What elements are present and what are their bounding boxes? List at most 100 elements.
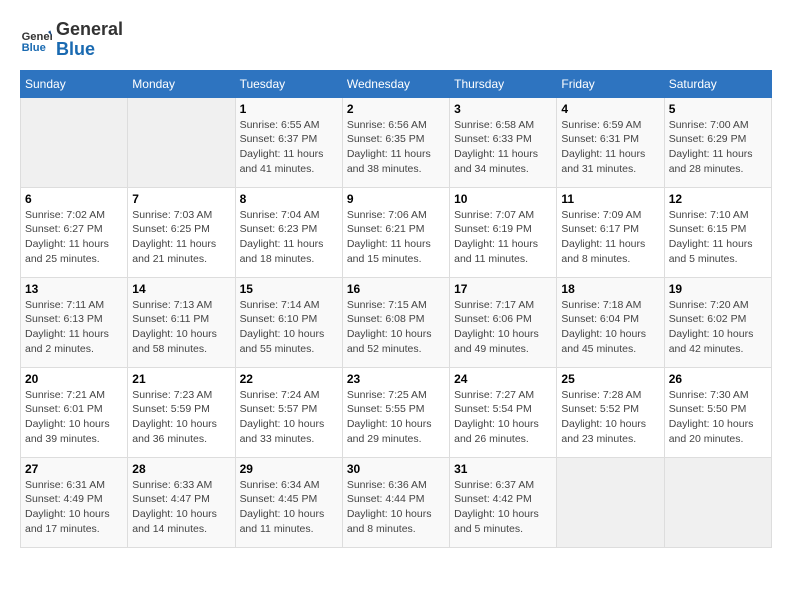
logo-general: General: [56, 20, 123, 40]
calendar-cell: 1Sunrise: 6:55 AMSunset: 6:37 PMDaylight…: [235, 97, 342, 187]
day-number: 27: [25, 462, 123, 476]
day-number: 12: [669, 192, 767, 206]
calendar-cell: 18 Sunrise: 7:18 AMSunset: 6:04 PMDayligh…: [557, 277, 664, 367]
calendar-cell: 31 Sunrise: 6:37 AMSunset: 4:42 PMDayligh…: [450, 457, 557, 547]
weekday-header-tuesday: Tuesday: [235, 70, 342, 97]
weekday-header-friday: Friday: [557, 70, 664, 97]
day-number: 31: [454, 462, 552, 476]
day-number: 18: [561, 282, 659, 296]
calendar-cell: [21, 97, 128, 187]
calendar-cell: 13Sunrise: 7:11 AMSunset: 6:13 PMDayligh…: [21, 277, 128, 367]
calendar-cell: 11 Sunrise: 7:09 AMSunset: 6:17 PMDayligh…: [557, 187, 664, 277]
weekday-header-sunday: Sunday: [21, 70, 128, 97]
logo-blue: Blue: [56, 40, 123, 60]
week-row-5: 27 Sunrise: 6:31 AMSunset: 4:49 PMDayligh…: [21, 457, 772, 547]
weekday-header-monday: Monday: [128, 70, 235, 97]
calendar-cell: 15Sunrise: 7:14 AMSunset: 6:10 PMDayligh…: [235, 277, 342, 367]
day-info: Sunrise: 7:14 AMSunset: 6:10 PMDaylight:…: [240, 298, 338, 357]
day-info: Sunrise: 6:37 AMSunset: 4:42 PMDaylight:…: [454, 478, 552, 537]
calendar-cell: 8 Sunrise: 7:04 AMSunset: 6:23 PMDaylight…: [235, 187, 342, 277]
calendar-cell: 23 Sunrise: 7:25 AMSunset: 5:55 PMDayligh…: [342, 367, 449, 457]
day-info: Sunrise: 7:21 AMSunset: 6:01 PMDaylight:…: [25, 388, 123, 447]
day-number: 20: [25, 372, 123, 386]
calendar-cell: 25 Sunrise: 7:28 AMSunset: 5:52 PMDayligh…: [557, 367, 664, 457]
calendar-cell: 30 Sunrise: 6:36 AMSunset: 4:44 PMDayligh…: [342, 457, 449, 547]
svg-text:Blue: Blue: [22, 42, 46, 54]
day-info: Sunrise: 7:04 AMSunset: 6:23 PMDaylight:…: [240, 208, 338, 267]
day-info: Sunrise: 7:28 AMSunset: 5:52 PMDaylight:…: [561, 388, 659, 447]
calendar-cell: 2 Sunrise: 6:56 AMSunset: 6:35 PMDaylight…: [342, 97, 449, 187]
day-info: Sunrise: 7:25 AMSunset: 5:55 PMDaylight:…: [347, 388, 445, 447]
day-info: Sunrise: 6:31 AMSunset: 4:49 PMDaylight:…: [25, 478, 123, 537]
day-number: 19: [669, 282, 767, 296]
day-number: 23: [347, 372, 445, 386]
calendar-cell: 7Sunrise: 7:03 AMSunset: 6:25 PMDaylight…: [128, 187, 235, 277]
day-info: Sunrise: 7:18 AMSunset: 6:04 PMDaylight:…: [561, 298, 659, 357]
weekday-header-wednesday: Wednesday: [342, 70, 449, 97]
day-info: Sunrise: 7:20 AMSunset: 6:02 PMDaylight:…: [669, 298, 767, 357]
calendar-cell: [557, 457, 664, 547]
page-header: General Blue General Blue: [20, 20, 772, 60]
day-number: 16: [347, 282, 445, 296]
day-number: 22: [240, 372, 338, 386]
day-number: 28: [132, 462, 230, 476]
day-info: Sunrise: 7:06 AMSunset: 6:21 PMDaylight:…: [347, 208, 445, 267]
day-info: Sunrise: 6:59 AMSunset: 6:31 PMDaylight:…: [561, 118, 659, 177]
week-row-2: 6Sunrise: 7:02 AMSunset: 6:27 PMDaylight…: [21, 187, 772, 277]
calendar-cell: 10 Sunrise: 7:07 AMSunset: 6:19 PMDayligh…: [450, 187, 557, 277]
week-row-4: 20 Sunrise: 7:21 AMSunset: 6:01 PMDayligh…: [21, 367, 772, 457]
day-number: 29: [240, 462, 338, 476]
day-number: 2: [347, 102, 445, 116]
day-number: 4: [561, 102, 659, 116]
day-info: Sunrise: 7:30 AMSunset: 5:50 PMDaylight:…: [669, 388, 767, 447]
calendar-cell: 27 Sunrise: 6:31 AMSunset: 4:49 PMDayligh…: [21, 457, 128, 547]
calendar-cell: 16Sunrise: 7:15 AMSunset: 6:08 PMDayligh…: [342, 277, 449, 367]
day-number: 26: [669, 372, 767, 386]
day-info: Sunrise: 7:17 AMSunset: 6:06 PMDaylight:…: [454, 298, 552, 357]
calendar-cell: 14 Sunrise: 7:13 AMSunset: 6:11 PMDayligh…: [128, 277, 235, 367]
calendar-cell: 4 Sunrise: 6:59 AMSunset: 6:31 PMDaylight…: [557, 97, 664, 187]
day-info: Sunrise: 6:36 AMSunset: 4:44 PMDaylight:…: [347, 478, 445, 537]
weekday-header-saturday: Saturday: [664, 70, 771, 97]
calendar-cell: 12 Sunrise: 7:10 AMSunset: 6:15 PMDayligh…: [664, 187, 771, 277]
day-info: Sunrise: 7:00 AMSunset: 6:29 PMDaylight:…: [669, 118, 767, 177]
day-info: Sunrise: 6:56 AMSunset: 6:35 PMDaylight:…: [347, 118, 445, 177]
day-info: Sunrise: 7:09 AMSunset: 6:17 PMDaylight:…: [561, 208, 659, 267]
day-info: Sunrise: 7:10 AMSunset: 6:15 PMDaylight:…: [669, 208, 767, 267]
day-info: Sunrise: 7:27 AMSunset: 5:54 PMDaylight:…: [454, 388, 552, 447]
day-info: Sunrise: 7:13 AMSunset: 6:11 PMDaylight:…: [132, 298, 230, 357]
calendar-cell: 3Sunrise: 6:58 AMSunset: 6:33 PMDaylight…: [450, 97, 557, 187]
calendar-cell: [664, 457, 771, 547]
day-number: 8: [240, 192, 338, 206]
day-info: Sunrise: 7:11 AMSunset: 6:13 PMDaylight:…: [25, 298, 123, 357]
calendar-cell: 5 Sunrise: 7:00 AMSunset: 6:29 PMDaylight…: [664, 97, 771, 187]
day-number: 9: [347, 192, 445, 206]
day-number: 3: [454, 102, 552, 116]
calendar-cell: 29 Sunrise: 6:34 AMSunset: 4:45 PMDayligh…: [235, 457, 342, 547]
day-number: 25: [561, 372, 659, 386]
calendar-cell: 26 Sunrise: 7:30 AMSunset: 5:50 PMDayligh…: [664, 367, 771, 457]
day-info: Sunrise: 7:07 AMSunset: 6:19 PMDaylight:…: [454, 208, 552, 267]
day-number: 30: [347, 462, 445, 476]
week-row-1: 1Sunrise: 6:55 AMSunset: 6:37 PMDaylight…: [21, 97, 772, 187]
calendar-table: SundayMondayTuesdayWednesdayThursdayFrid…: [20, 70, 772, 548]
calendar-cell: 9 Sunrise: 7:06 AMSunset: 6:21 PMDaylight…: [342, 187, 449, 277]
calendar-cell: 21 Sunrise: 7:23 AMSunset: 5:59 PMDayligh…: [128, 367, 235, 457]
day-info: Sunrise: 7:23 AMSunset: 5:59 PMDaylight:…: [132, 388, 230, 447]
calendar-cell: 20 Sunrise: 7:21 AMSunset: 6:01 PMDayligh…: [21, 367, 128, 457]
weekday-header-thursday: Thursday: [450, 70, 557, 97]
day-number: 5: [669, 102, 767, 116]
day-info: Sunrise: 6:34 AMSunset: 4:45 PMDaylight:…: [240, 478, 338, 537]
day-info: Sunrise: 7:02 AMSunset: 6:27 PMDaylight:…: [25, 208, 123, 267]
day-info: Sunrise: 7:03 AMSunset: 6:25 PMDaylight:…: [132, 208, 230, 267]
day-number: 11: [561, 192, 659, 206]
calendar-cell: 19 Sunrise: 7:20 AMSunset: 6:02 PMDayligh…: [664, 277, 771, 367]
day-number: 14: [132, 282, 230, 296]
day-number: 17: [454, 282, 552, 296]
day-info: Sunrise: 6:33 AMSunset: 4:47 PMDaylight:…: [132, 478, 230, 537]
day-number: 1: [240, 102, 338, 116]
day-number: 21: [132, 372, 230, 386]
day-number: 10: [454, 192, 552, 206]
calendar-cell: [128, 97, 235, 187]
logo-icon: General Blue: [20, 24, 52, 56]
